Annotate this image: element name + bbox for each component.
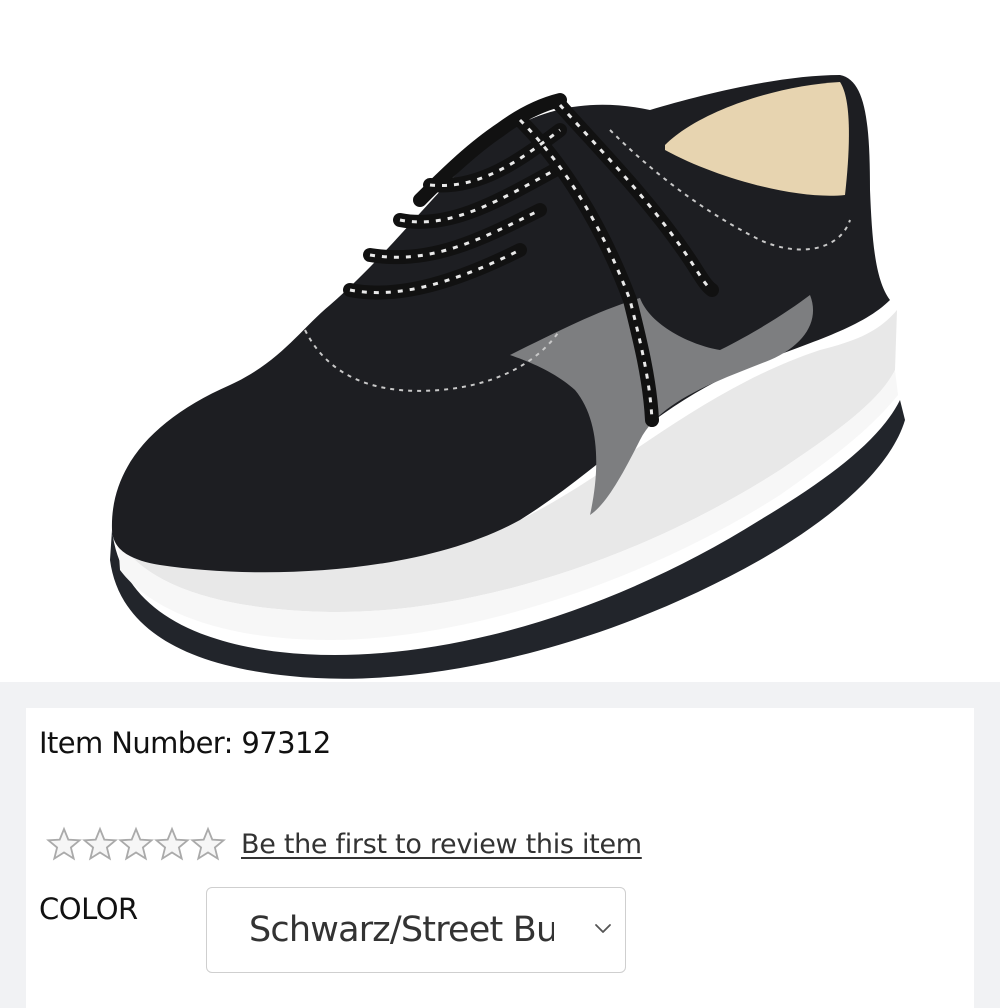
- item-number-value: 97312: [241, 726, 331, 760]
- color-label: COLOR: [39, 892, 138, 926]
- star-outline-icon: [82, 826, 118, 861]
- star-outline-icon: [118, 826, 154, 861]
- star-outline-icon: [154, 826, 190, 861]
- product-info-card: Item Number: 97312 Be the first to revie…: [26, 708, 974, 1008]
- color-select-value: Schwarz/Street Bu: [249, 910, 554, 950]
- product-image[interactable]: [0, 0, 1000, 682]
- product-image-area[interactable]: [0, 0, 1000, 682]
- item-number: Item Number: 97312: [39, 726, 331, 760]
- item-number-label: Item Number:: [39, 726, 233, 760]
- write-review-link[interactable]: Be the first to review this item: [241, 829, 642, 860]
- color-select[interactable]: Schwarz/Street Bu: [206, 887, 626, 973]
- star-rating: [46, 826, 226, 862]
- star-outline-icon: [190, 826, 226, 861]
- rating-row: Be the first to review this item: [46, 824, 642, 864]
- chevron-down-icon: [595, 924, 611, 933]
- star-outline-icon: [46, 826, 82, 861]
